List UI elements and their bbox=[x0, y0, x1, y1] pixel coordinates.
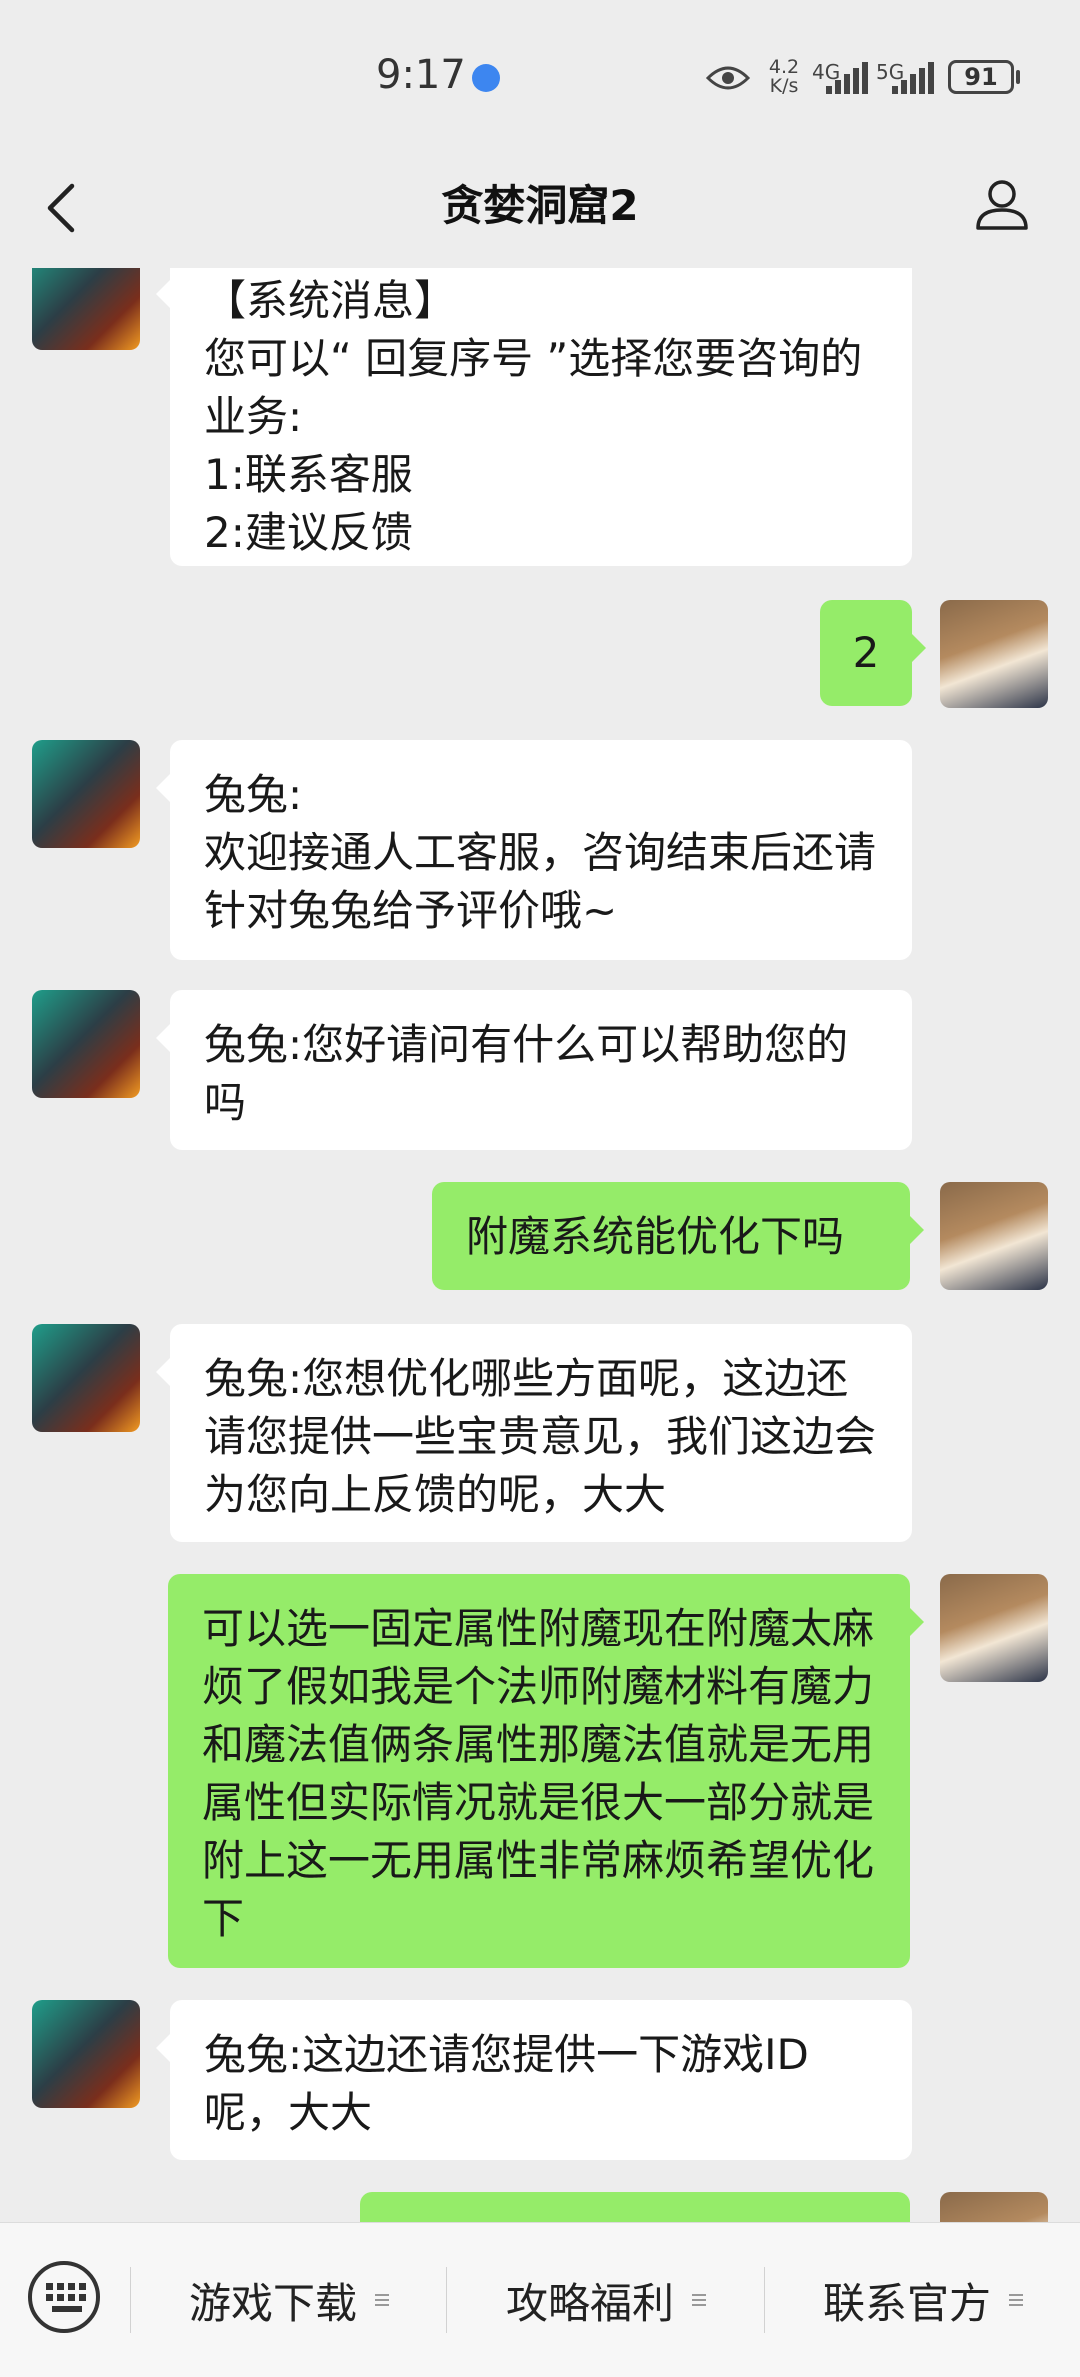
location-icon bbox=[472, 64, 500, 92]
bot-avatar[interactable] bbox=[32, 990, 140, 1098]
menu-divider bbox=[764, 2267, 765, 2333]
bot-avatar[interactable] bbox=[32, 268, 140, 350]
profile-icon[interactable] bbox=[972, 174, 1032, 234]
chat-header: 贪婪洞窟2 bbox=[0, 150, 1080, 268]
user-avatar[interactable] bbox=[940, 1182, 1048, 1290]
status-bar: 9:17 4.2 K/s 4G 5G 91 bbox=[0, 0, 1080, 150]
bot-avatar[interactable] bbox=[32, 740, 140, 848]
battery-icon: 91 bbox=[948, 60, 1014, 94]
eye-icon bbox=[706, 66, 750, 90]
menu-divider bbox=[130, 2267, 131, 2333]
message-bubble[interactable]: 【系统消息】 您可以“ 回复序号 ”选择您要咨询的业务: 1:联系客服 2:建议… bbox=[156, 268, 912, 566]
bot-avatar[interactable] bbox=[32, 1324, 140, 1432]
menu-guide-benefits[interactable]: 攻略福利 bbox=[448, 2223, 764, 2377]
chat-title: 贪婪洞窟2 bbox=[441, 181, 639, 230]
message-bubble[interactable]: 2 bbox=[820, 600, 926, 706]
network-speed: 4.2 K/s bbox=[766, 58, 802, 96]
message-bubble[interactable]: 兔兔:您好请问有什么可以帮助您的吗 bbox=[156, 990, 912, 1150]
menu-label: 攻略福利 bbox=[505, 2278, 674, 2328]
chat-area[interactable]: 【系统消息】 您可以“ 回复序号 ”选择您要咨询的业务: 1:联系客服 2:建议… bbox=[0, 268, 1080, 2222]
submenu-icon bbox=[1009, 2291, 1023, 2309]
signal-icon-1 bbox=[826, 62, 870, 94]
bot-avatar[interactable] bbox=[32, 2000, 140, 2108]
submenu-icon bbox=[375, 2291, 389, 2309]
user-avatar[interactable] bbox=[940, 2192, 1048, 2222]
message-bubble[interactable]: 兔兔: 欢迎接通人工客服，咨询结束后还请针对兔兔给予评价哦~ bbox=[156, 740, 912, 960]
menu-divider bbox=[446, 2267, 447, 2333]
battery-nub bbox=[1016, 70, 1020, 84]
message-bubble[interactable]: 可以选一固定属性附魔现在附魔太麻烦了假如我是个法师附魔材料有魔力和魔法值俩条属性… bbox=[168, 1574, 924, 1968]
menu-contact-official[interactable]: 联系官方 bbox=[766, 2223, 1080, 2377]
bottom-menu: 游戏下载 攻略福利 联系官方 bbox=[0, 2222, 1080, 2377]
user-avatar[interactable] bbox=[940, 600, 1048, 708]
message-bubble[interactable] bbox=[360, 2192, 910, 2222]
submenu-icon bbox=[692, 2291, 706, 2309]
message-bubble[interactable]: 兔兔:这边还请您提供一下游戏ID呢，大大 bbox=[156, 2000, 912, 2160]
user-avatar[interactable] bbox=[940, 1574, 1048, 1682]
menu-label: 游戏下载 bbox=[188, 2278, 357, 2328]
speed-unit: K/s bbox=[769, 75, 799, 97]
menu-label: 联系官方 bbox=[822, 2278, 991, 2328]
status-time: 9:17 bbox=[376, 52, 466, 98]
keyboard-icon[interactable] bbox=[28, 2261, 100, 2333]
signal-icon-2 bbox=[892, 62, 936, 94]
message-bubble[interactable]: 附魔系统能优化下吗 bbox=[432, 1182, 924, 1290]
message-bubble[interactable]: 兔兔:您想优化哪些方面呢，这边还请您提供一些宝贵意见，我们这边会为您向上反馈的呢… bbox=[156, 1324, 912, 1542]
menu-game-download[interactable]: 游戏下载 bbox=[132, 2223, 446, 2377]
